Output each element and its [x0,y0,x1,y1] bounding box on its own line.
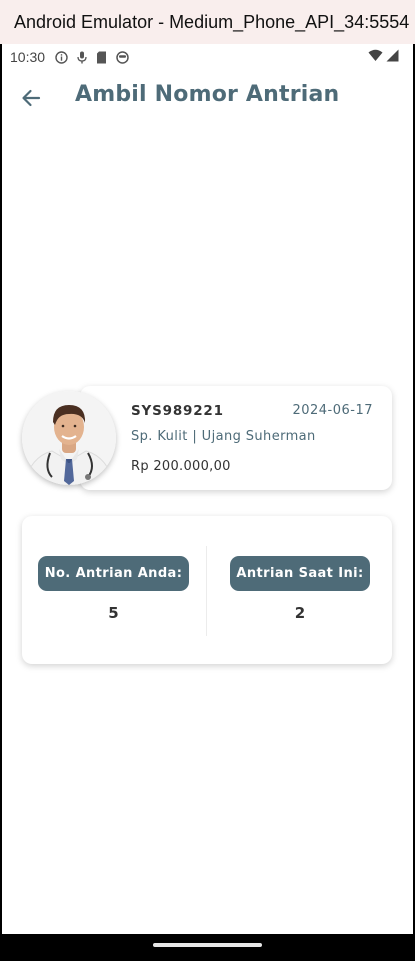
face-icon [116,50,129,64]
status-bar: 10:30 [2,44,413,70]
arrow-back-icon [22,89,41,107]
page-title: Ambil Nomor Antrian [75,82,340,107]
your-queue-number: 5 [108,604,119,622]
doctor-schedule-date: 2024-06-17 [292,403,373,418]
system-navigation-bar [0,934,415,961]
current-queue-number: 2 [294,604,306,622]
cellular-signal-icon [386,49,399,62]
doctor-specialty-name: Sp. Kulit | Ujang Suherman [131,429,316,444]
window-title: Android Emulator - Medium_Phone_API_34:5… [14,11,410,32]
wifi-icon [368,49,383,61]
status-time: 10:30 [10,49,46,65]
home-gesture-handle[interactable] [153,943,262,947]
info-icon [55,50,68,64]
app-bar: Ambil Nomor Antrian [2,70,413,126]
sd-card-icon [97,51,107,63]
queue-divider [206,546,207,636]
current-queue-label-badge: Antrian Saat Ini: [230,556,370,591]
microphone-icon [77,51,87,63]
window-title-bar: Android Emulator - Medium_Phone_API_34:5… [0,0,415,44]
doctor-avatar [22,391,116,485]
queue-card: No. Antrian Anda: 5 Antrian Saat Ini: 2 [22,516,392,664]
doctor-schedule-code: SYS989221 [131,403,224,419]
doctor-card: SYS989221 2024-06-17 Sp. Kulit | Ujang S… [80,386,392,490]
doctor-portrait-icon [22,391,116,485]
back-button[interactable] [16,83,46,113]
your-queue-label-badge: No. Antrian Anda: [38,556,189,591]
doctor-price: Rp 200.000,00 [131,459,231,474]
window-frame-left [0,44,2,934]
